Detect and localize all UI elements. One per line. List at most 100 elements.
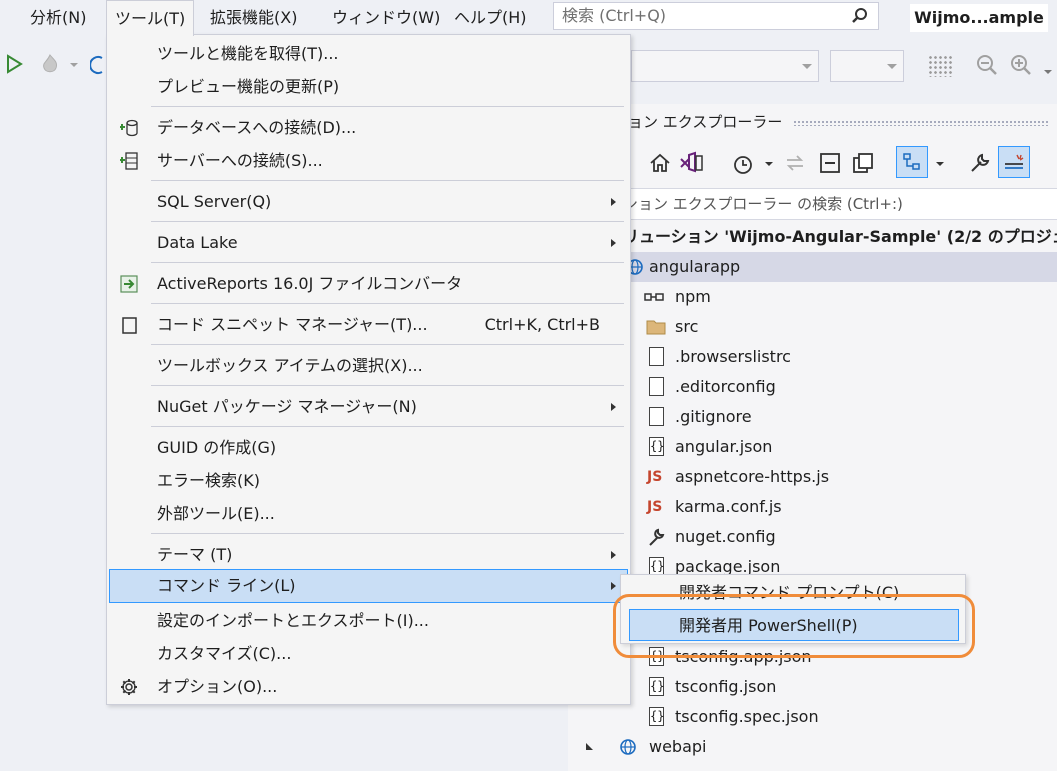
menu-item-shortcut: Ctrl+K, Ctrl+B	[484, 315, 600, 334]
menu-item-code-snippet-manager[interactable]: コード スニペット マネージャー(T)... Ctrl+K, Ctrl+B	[109, 309, 628, 341]
solution-explorer-search-placeholder: ション エクスプローラー の検索 (Ctrl+:)	[623, 195, 903, 213]
json-file-icon: {}	[649, 707, 664, 726]
menu-item-error-lookup[interactable]: エラー検索(K)	[109, 465, 628, 497]
solution-explorer-header: ション エクスプローラー	[568, 104, 1057, 140]
menu-item-nuget-manager[interactable]: NuGet パッケージ マネージャー(N)	[109, 391, 628, 423]
pending-changes-dropdown-icon[interactable]	[765, 162, 773, 166]
npm-dependency-icon	[644, 293, 664, 301]
menu-item-sql-server[interactable]: SQL Server(Q)	[109, 186, 628, 218]
tree-node-label: tsconfig.spec.json	[675, 707, 819, 726]
tree-project-angularapp[interactable]: angularapp	[568, 252, 1057, 282]
menu-tools[interactable]: ツール(T)	[106, 0, 195, 36]
menu-separator	[151, 303, 624, 304]
submenu-arrow-icon	[611, 198, 616, 206]
menu-item-connect-server[interactable]: サーバーへの接続(S)...	[109, 145, 628, 177]
menu-item-customize[interactable]: カスタマイズ(C)...	[109, 638, 628, 670]
show-all-files-icon[interactable]	[851, 151, 875, 175]
menu-item-connect-database[interactable]: データベースへの接続(D)...	[109, 112, 628, 144]
web-project-icon	[620, 739, 636, 755]
collapse-all-icon[interactable]	[818, 151, 842, 175]
menu-item-options[interactable]: オプション(O)...	[109, 671, 628, 703]
tree-node-label: aspnetcore-https.js	[675, 467, 830, 486]
platform-combo[interactable]	[830, 50, 904, 82]
tree-node-label: nuget.config	[675, 527, 776, 546]
menu-item-create-guid[interactable]: GUID の作成(G)	[109, 432, 628, 464]
tools-menu: ツールと機能を取得(T)... プレビュー機能の更新(P) データベースへの接続…	[106, 34, 631, 705]
tree-node-editorconfig[interactable]: .editorconfig	[568, 372, 1057, 402]
tree-node-gitignore[interactable]: .gitignore	[568, 402, 1057, 432]
tree-project-webapi[interactable]: webapi	[568, 732, 1057, 762]
solution-explorer-toolbar	[568, 144, 1057, 184]
menu-help[interactable]: ヘルプ(H)	[446, 0, 535, 36]
file-icon	[649, 407, 664, 426]
filter-toggle-button[interactable]	[896, 146, 928, 178]
menu-item-external-tools[interactable]: 外部ツール(E)...	[109, 498, 628, 530]
project-label: webapi	[649, 737, 707, 756]
tree-node-tsconfig[interactable]: {} tsconfig.json	[568, 672, 1057, 702]
search-placeholder: 検索 (Ctrl+Q)	[562, 6, 667, 25]
panel-grip[interactable]	[793, 120, 1049, 126]
zoom-out-icon[interactable]	[974, 52, 1000, 78]
menu-separator	[151, 221, 624, 222]
menu-separator	[151, 533, 624, 534]
menu-analyze[interactable]: 分析(N)	[22, 0, 94, 36]
tree-node-npm[interactable]: npm	[568, 282, 1057, 312]
solution-explorer-search[interactable]: ション エクスプローラー の検索 (Ctrl+:)	[568, 188, 1057, 220]
menu-item-label: データベースへの接続(D)...	[157, 118, 357, 137]
tree-node-label: .browserslistrc	[675, 347, 791, 366]
tree-node-label: .gitignore	[675, 407, 752, 426]
refresh-icon[interactable]	[90, 54, 104, 76]
filter-dropdown-icon[interactable]	[936, 162, 944, 166]
menu-item-import-export-settings[interactable]: 設定のインポートとエクスポート(I)...	[109, 605, 628, 637]
solution-explorer: ション エクスプローラー ション エクスプローラー の検索 (Ctrl+:) リ…	[568, 104, 1057, 771]
preview-toggle-button[interactable]	[998, 146, 1030, 178]
sync-icon[interactable]	[784, 152, 806, 174]
config-combo[interactable]	[631, 50, 819, 82]
menu-item-activereports-converter[interactable]: ActiveReports 16.0J ファイルコンバータ	[109, 268, 628, 300]
search-input[interactable]: 検索 (Ctrl+Q)	[553, 2, 879, 30]
tree-node-tsconfig-spec[interactable]: {} tsconfig.spec.json	[568, 702, 1057, 732]
file-icon	[649, 347, 664, 366]
solution-explorer-title: ション エクスプローラー	[613, 113, 783, 131]
tree-node-label: tsconfig.json	[675, 677, 777, 696]
menu-separator	[151, 426, 624, 427]
tree-node-nuget-config[interactable]: nuget.config	[568, 522, 1057, 552]
home-icon[interactable]	[648, 151, 672, 175]
grid-icon[interactable]	[928, 55, 952, 77]
hot-reload-icon[interactable]	[38, 52, 64, 76]
submenu-arrow-icon	[611, 582, 616, 590]
menu-item-label: コマンド ライン(L)	[157, 576, 296, 595]
activereports-converter-icon	[120, 275, 138, 293]
file-icon	[649, 377, 664, 396]
tree-node-src[interactable]: src	[568, 312, 1057, 342]
menu-item-label: 外部ツール(E)...	[157, 504, 275, 523]
submenu-arrow-icon	[611, 551, 616, 559]
menu-window[interactable]: ウィンドウ(W)	[324, 0, 448, 36]
menu-item-preview-features[interactable]: プレビュー機能の更新(P)	[109, 71, 628, 103]
hot-reload-dropdown-icon[interactable]	[70, 63, 78, 67]
toolbar-overflow-icon[interactable]	[1044, 70, 1052, 74]
expand-arrow-icon[interactable]	[586, 743, 593, 750]
tree-node-karma-conf[interactable]: JS karma.conf.js	[568, 492, 1057, 522]
tree-node-browserslistrc[interactable]: .browserslistrc	[568, 342, 1057, 372]
menu-item-label: プレビュー機能の更新(P)	[157, 77, 340, 96]
tree-node-aspnetcore-https[interactable]: JS aspnetcore-https.js	[568, 462, 1057, 492]
tree-node-label: src	[675, 317, 699, 336]
menu-item-label: GUID の作成(G)	[157, 438, 277, 457]
vs-switch-view-icon[interactable]	[678, 151, 704, 175]
database-connect-icon	[120, 119, 138, 137]
pending-changes-icon[interactable]	[730, 151, 756, 177]
menu-item-theme[interactable]: テーマ (T)	[109, 539, 628, 571]
menu-item-choose-toolbox-items[interactable]: ツールボックス アイテムの選択(X)...	[109, 350, 628, 382]
window-title: Wijmo...ample	[910, 4, 1048, 32]
menu-item-data-lake[interactable]: Data Lake	[109, 227, 628, 259]
zoom-in-icon[interactable]	[1008, 52, 1034, 78]
menu-item-command-line[interactable]: コマンド ライン(L)	[109, 569, 628, 603]
menu-item-label: カスタマイズ(C)...	[157, 644, 292, 663]
menu-item-get-tools[interactable]: ツールと機能を取得(T)...	[109, 38, 628, 70]
tree-node-angular-json[interactable]: {} angular.json	[568, 432, 1057, 462]
tree-solution[interactable]: リューション 'Wijmo-Angular-Sample' (2/2 のプロジェ…	[568, 222, 1057, 252]
menu-extensions[interactable]: 拡張機能(X)	[202, 0, 305, 36]
properties-icon[interactable]	[968, 151, 992, 175]
start-icon[interactable]	[4, 54, 24, 74]
